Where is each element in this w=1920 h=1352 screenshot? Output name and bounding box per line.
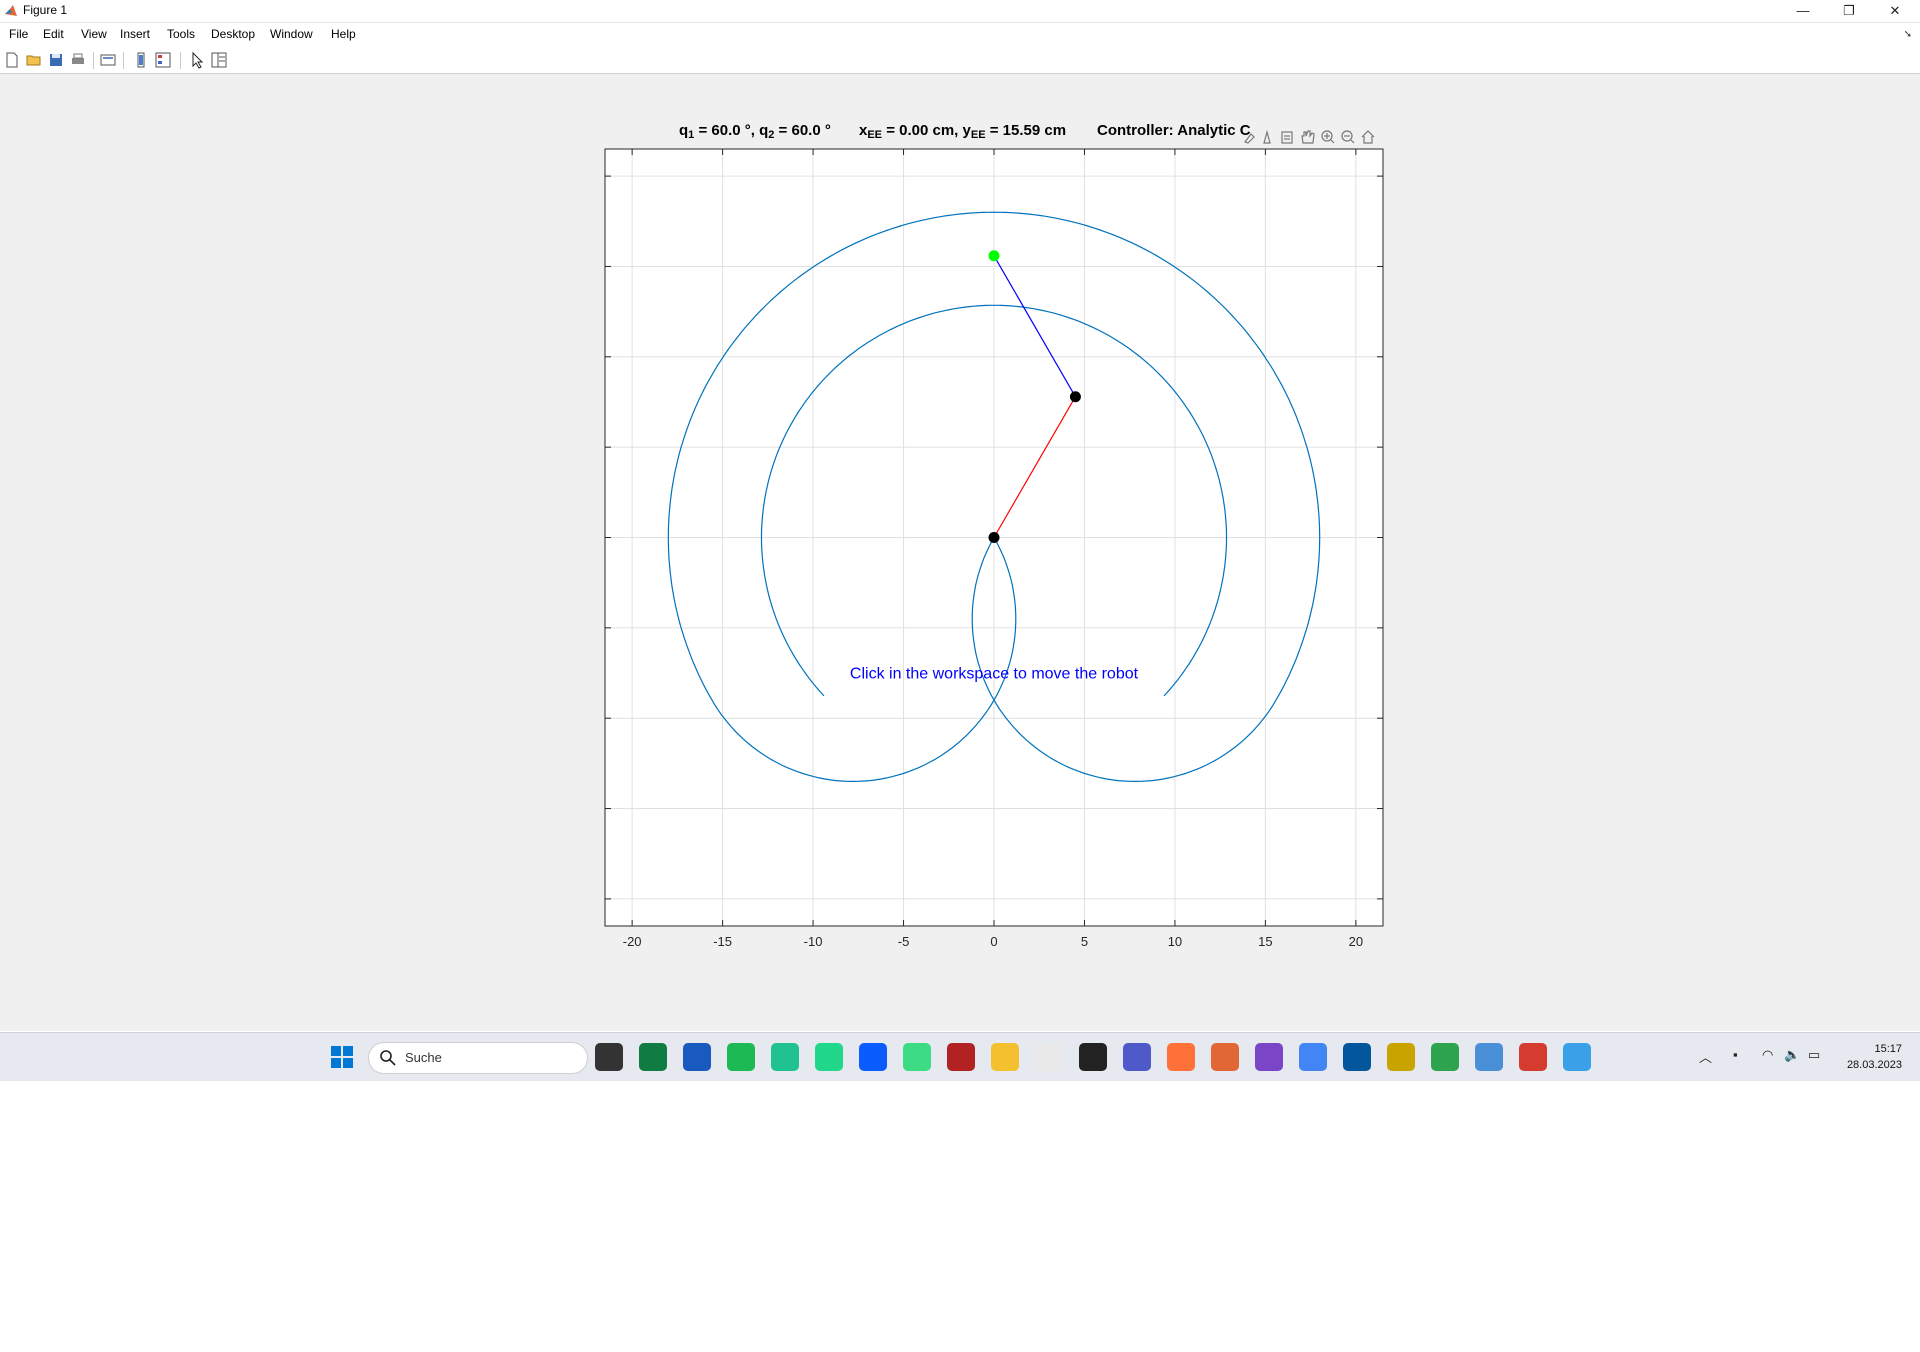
- data-tips-icon[interactable]: [1263, 129, 1271, 144]
- yee-label: y: [962, 122, 971, 139]
- java-icon[interactable]: [1387, 1043, 1415, 1071]
- sourcetree-icon[interactable]: [1079, 1043, 1107, 1071]
- x-tick-label: 15: [1258, 934, 1272, 949]
- monitor-icon[interactable]: [1475, 1043, 1503, 1071]
- elbow-joint: [1069, 391, 1081, 403]
- figure-toolbar: [0, 47, 1920, 74]
- x-tick-label: 10: [1168, 934, 1182, 949]
- taskbar-search-input[interactable]: Suche: [368, 1042, 588, 1074]
- antivirus-icon[interactable]: [947, 1043, 975, 1071]
- x-tick-label: -10: [804, 934, 823, 949]
- x-tick-label: -5: [898, 934, 910, 949]
- workspace-hint: Click in the workspace to move the robot: [850, 665, 1139, 682]
- axes-toolbar-icons: [1244, 129, 1375, 144]
- clock-time: 15:17: [1874, 1043, 1902, 1055]
- property-inspector-icon[interactable]: [210, 51, 228, 69]
- paint-icon[interactable]: [1563, 1043, 1591, 1071]
- new-figure-icon[interactable]: [3, 51, 21, 69]
- toolbar-separator: [93, 52, 94, 69]
- x-tick-label: -15: [713, 934, 732, 949]
- tray-overflow-icon[interactable]: ︿: [1699, 1047, 1712, 1066]
- menu-insert[interactable]: Insert: [120, 27, 150, 41]
- menu-help[interactable]: Help: [331, 27, 356, 41]
- print-preview-icon[interactable]: [99, 51, 117, 69]
- teams-icon[interactable]: [1123, 1043, 1151, 1071]
- q2-value: = 60.0 °: [774, 122, 831, 139]
- menu-view[interactable]: View: [81, 27, 107, 41]
- battery-icon[interactable]: ▭: [1808, 1047, 1820, 1063]
- axes-toolbar: [1242, 128, 1382, 146]
- menu-desktop[interactable]: Desktop: [211, 27, 255, 41]
- open-file-icon[interactable]: [25, 51, 43, 69]
- base-joint: [988, 532, 1000, 543]
- tray-app-icon[interactable]: ▪: [1733, 1047, 1738, 1062]
- menu-bar: File Edit View Insert Tools Desktop Wind…: [0, 23, 1920, 46]
- end-effector: [988, 250, 1000, 262]
- xming-icon[interactable]: [1519, 1043, 1547, 1071]
- home-icon[interactable]: [1361, 130, 1375, 144]
- dock-arrow-icon[interactable]: ➘: [1904, 29, 1912, 40]
- excel-icon[interactable]: [639, 1043, 667, 1071]
- zoom-icon[interactable]: [859, 1043, 887, 1071]
- clock-date: 28.03.2023: [1846, 1059, 1902, 1071]
- task-view-icon[interactable]: [595, 1043, 623, 1071]
- xee-value: = 0.00 cm,: [882, 122, 963, 139]
- volume-muted-icon[interactable]: 🔈: [1784, 1047, 1800, 1063]
- spotify-icon[interactable]: [727, 1043, 755, 1071]
- clapperboard-icon[interactable]: [1255, 1043, 1283, 1071]
- matlab-icon: [5, 5, 17, 16]
- menu-tools[interactable]: Tools: [167, 27, 195, 41]
- search-placeholder: Suche: [405, 1050, 442, 1065]
- menu-file[interactable]: File: [9, 27, 28, 41]
- minimize-button[interactable]: —: [1780, 0, 1826, 22]
- word-icon[interactable]: [683, 1043, 711, 1071]
- firefox-icon[interactable]: [1167, 1043, 1195, 1071]
- clion-icon[interactable]: [771, 1043, 799, 1071]
- x-tick-label: -20: [623, 934, 642, 949]
- x-tick-label: 20: [1349, 934, 1363, 949]
- menu-window[interactable]: Window: [270, 27, 313, 41]
- android-studio-icon[interactable]: [903, 1043, 931, 1071]
- title-controller: Controller: Analytic C: [1097, 122, 1251, 139]
- yee-value: = 15.59 cm: [985, 122, 1067, 139]
- q1-value: = 60.0 °,: [694, 122, 760, 139]
- zoom-out-icon[interactable]: [1341, 130, 1355, 144]
- toolbar-separator: [180, 52, 181, 69]
- x-tick-label: 5: [1081, 934, 1088, 949]
- restore-button[interactable]: ❐: [1826, 0, 1872, 22]
- title-joint-angles: q1 = 60.0 °, q2 = 60.0 °: [679, 122, 831, 141]
- robot-plot[interactable]: -20-15-10-505101520-20-15-10-505101520Cl…: [600, 140, 1390, 960]
- window-title: Figure 1: [23, 3, 68, 17]
- matlab-alt-icon[interactable]: [1035, 1043, 1063, 1071]
- start-icon[interactable]: [328, 1043, 356, 1071]
- export-icon[interactable]: [1281, 131, 1293, 144]
- link-plot-icon[interactable]: [132, 51, 150, 69]
- matlab-icon[interactable]: [1211, 1043, 1239, 1071]
- xmind-icon[interactable]: [1431, 1043, 1459, 1071]
- flutter-icon[interactable]: [1343, 1043, 1371, 1071]
- pointer-icon[interactable]: [188, 51, 206, 69]
- file-explorer-icon[interactable]: [991, 1043, 1019, 1071]
- taskbar: Suche ︿ ▪ ◠ 🔈 ▭ 15:17 28.03.2023: [0, 1032, 1920, 1081]
- search-icon: [380, 1050, 396, 1066]
- toolbar-separator: [123, 52, 124, 69]
- pycharm-icon[interactable]: [815, 1043, 843, 1071]
- menu-edit[interactable]: Edit: [43, 27, 64, 41]
- chrome-icon[interactable]: [1299, 1043, 1327, 1071]
- x-tick-label: 0: [990, 934, 997, 949]
- empty-desktop-area: [0, 1081, 1920, 1352]
- pan-icon[interactable]: [1301, 130, 1315, 144]
- title-end-effector: xEE = 0.00 cm, yEE = 15.59 cm: [859, 122, 1066, 141]
- brush-icon[interactable]: [1244, 133, 1255, 144]
- wifi-icon[interactable]: ◠: [1762, 1047, 1773, 1063]
- insert-colorbar-icon[interactable]: [154, 51, 172, 69]
- q1-label: q: [679, 122, 689, 139]
- q2-label: q: [759, 122, 769, 139]
- print-icon[interactable]: [69, 51, 87, 69]
- window-title-bar: Figure 1 — ❐ ✕: [0, 0, 1920, 23]
- taskbar-clock[interactable]: 15:17 28.03.2023: [1820, 1041, 1902, 1073]
- save-icon[interactable]: [47, 51, 65, 69]
- zoom-in-icon[interactable]: [1321, 130, 1335, 144]
- close-button[interactable]: ✕: [1872, 0, 1918, 22]
